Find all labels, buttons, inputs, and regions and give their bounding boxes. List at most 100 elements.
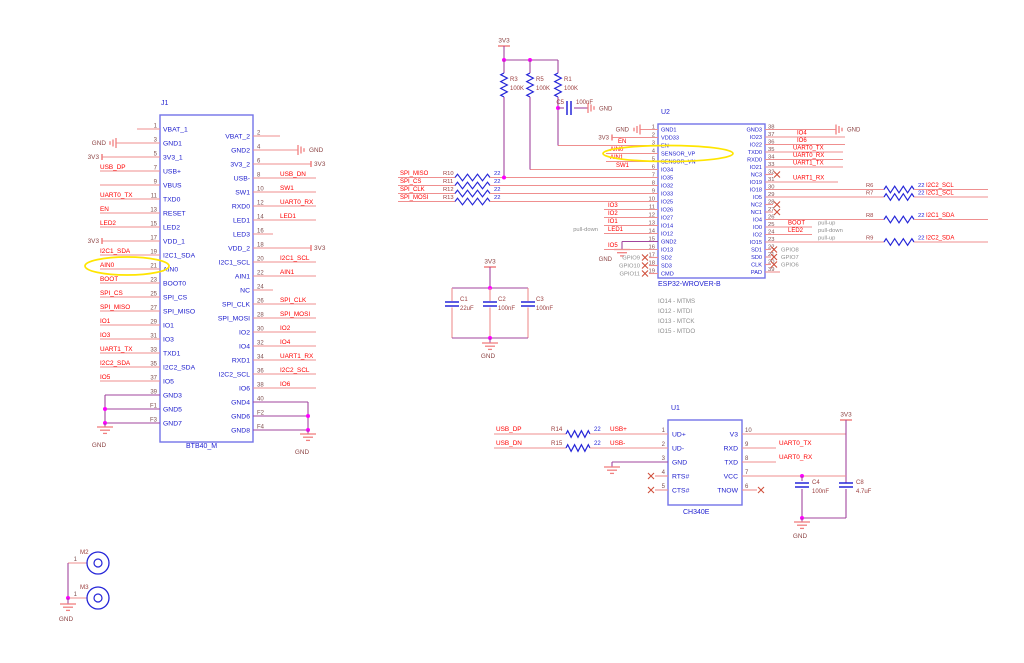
net-label[interactable]: IO4 <box>280 339 291 346</box>
net-label[interactable]: SPI_CLK <box>400 187 425 193</box>
resistor-ref[interactable]: R5 <box>536 77 544 83</box>
net-label[interactable]: IO4 <box>797 131 807 137</box>
net-label[interactable]: USB_DP <box>496 426 522 433</box>
net-label[interactable]: SPI_CS <box>100 290 123 297</box>
resistor-ref[interactable]: R1 <box>564 77 572 83</box>
net-label[interactable]: I2C2_SDA <box>100 360 131 367</box>
net-label[interactable]: IO1 <box>100 318 111 325</box>
net-label[interactable]: AIN0 <box>100 262 115 269</box>
net-label[interactable]: UART0_TX <box>779 440 812 447</box>
net-label[interactable]: UART1_RX <box>280 353 314 360</box>
net-label[interactable]: USB+ <box>610 426 627 433</box>
resistor-value: 22 <box>594 441 601 447</box>
resistor-glyph[interactable] <box>566 445 590 452</box>
net-label[interactable]: USB- <box>610 440 625 447</box>
net-label[interactable]: EN <box>100 206 109 213</box>
net-label[interactable]: LED1 <box>608 227 624 233</box>
resistor-value: 22 <box>494 187 500 193</box>
net-label[interactable]: IO3 <box>608 203 618 209</box>
net-label[interactable]: LED2 <box>788 228 804 234</box>
net-label[interactable]: SPI_CS <box>400 179 421 185</box>
pin-name: SD3 <box>661 264 672 270</box>
net-label[interactable]: EN <box>618 139 626 145</box>
resistor-glyph[interactable] <box>884 194 914 201</box>
capacitor-ref[interactable]: C1 <box>460 297 468 303</box>
resistor-glyph[interactable] <box>455 198 490 205</box>
net-label[interactable]: IO5 <box>608 243 618 249</box>
capacitor-ref[interactable]: C8 <box>856 480 864 486</box>
net-label[interactable]: UART0_TX <box>793 146 824 152</box>
resistor-ref[interactable]: R15 <box>551 440 563 447</box>
net-label[interactable]: UART1_RX <box>793 176 824 182</box>
pin-name: GND5 <box>163 406 182 413</box>
net-label[interactable]: IO3 <box>100 332 111 339</box>
resistor-glyph[interactable] <box>884 186 914 193</box>
capacitor-ref[interactable]: C2 <box>498 297 506 303</box>
net-label[interactable]: AIN1 <box>280 269 295 276</box>
net-label[interactable]: UART0_RX <box>793 153 824 159</box>
pin-number: 4 <box>662 470 666 476</box>
resistor-ref[interactable]: R14 <box>551 426 563 433</box>
resistor-ref[interactable]: R3 <box>510 77 518 83</box>
net-label[interactable]: IO1 <box>608 219 618 225</box>
capacitor-ref[interactable]: C5 <box>556 100 564 106</box>
resistor-glyph[interactable] <box>884 239 914 246</box>
net-label[interactable]: SPI_MOSI <box>400 195 429 201</box>
resistor-glyph[interactable] <box>455 174 490 181</box>
net-label[interactable]: USB_DN <box>280 171 306 178</box>
capacitor-ref[interactable]: C4 <box>812 480 820 486</box>
pin-name: GND6 <box>231 413 250 420</box>
pin-number: 2 <box>662 442 666 448</box>
net-label[interactable]: IO2 <box>280 325 291 332</box>
power-flag-3v3: 3V3 <box>840 412 852 419</box>
chip-ref-u1: U1 <box>671 405 680 412</box>
resistor-glyph[interactable] <box>455 190 490 197</box>
net-label[interactable]: I2C2_SDA <box>926 235 954 241</box>
resistor-glyph[interactable] <box>455 182 490 189</box>
mounting-hole-m2[interactable] <box>87 552 109 574</box>
net-label[interactable]: SPI_MISO <box>100 304 130 311</box>
net-label[interactable]: BOOT <box>100 276 118 283</box>
net-label[interactable]: SPI_MOSI <box>280 311 310 318</box>
net-label[interactable]: UART0_TX <box>100 192 133 199</box>
resistor-ref: R7 <box>866 190 873 196</box>
net-label[interactable]: UART1_TX <box>100 346 133 353</box>
net-label[interactable]: SW1 <box>616 163 630 169</box>
net-label[interactable]: I2C1_SDA <box>100 248 131 255</box>
net-label[interactable]: LED1 <box>280 213 296 220</box>
v33-label: 3V3 <box>314 161 326 168</box>
hole-ref[interactable]: M3 <box>80 584 89 591</box>
pin-name: I2C2_SDA <box>163 364 196 371</box>
resistor-glyph[interactable] <box>566 431 590 438</box>
net-label[interactable]: BOOT <box>788 221 805 227</box>
capacitor-ref[interactable]: C3 <box>536 297 544 303</box>
net-label[interactable]: SW1 <box>280 185 294 192</box>
net-label[interactable]: I2C1_SCL <box>926 190 954 196</box>
net-label[interactable]: I2C2_SCL <box>280 367 310 374</box>
net-label[interactable]: UART0_RX <box>280 199 314 206</box>
net-label[interactable]: UART0_RX <box>779 454 813 461</box>
pin-name: TXD <box>724 459 738 466</box>
resistor-value: 22 <box>918 235 924 241</box>
hole-ref[interactable]: M2 <box>80 549 89 556</box>
resistor-glyph[interactable] <box>555 73 562 97</box>
net-label[interactable]: IO6 <box>797 138 807 144</box>
resistor-glyph[interactable] <box>884 216 914 223</box>
jtag-note: IO14 - MTMS <box>658 298 695 305</box>
net-label[interactable]: IO2 <box>608 211 618 217</box>
net-label[interactable]: USB_DP <box>100 164 126 171</box>
net-label[interactable]: I2C2_SCL <box>926 183 954 189</box>
net-label[interactable]: USB_DN <box>496 440 522 447</box>
mounting-hole-m3[interactable] <box>87 587 109 609</box>
net-label[interactable]: SPI_MISO <box>400 171 429 177</box>
net-label[interactable]: UART1_TX <box>793 161 824 167</box>
net-label[interactable]: IO5 <box>100 374 111 381</box>
net-label[interactable]: I2C1_SDA <box>926 213 954 219</box>
resistor-glyph[interactable] <box>501 73 508 97</box>
net-label[interactable]: SPI_CLK <box>280 297 307 304</box>
net-label[interactable]: I2C1_SCL <box>280 255 310 262</box>
net-label[interactable]: LED2 <box>100 220 116 227</box>
resistor-glyph[interactable] <box>527 73 534 97</box>
pin-name: I2C1_SCL <box>219 259 251 266</box>
net-label[interactable]: IO6 <box>280 381 291 388</box>
